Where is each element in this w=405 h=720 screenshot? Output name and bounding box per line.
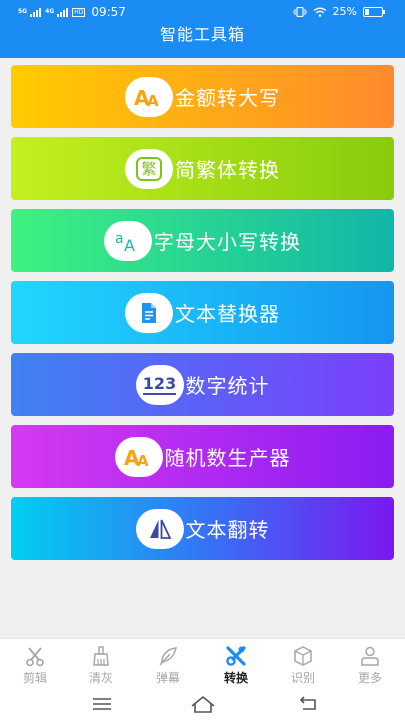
battery-level: 25% — [332, 5, 357, 18]
page-title: 智能工具箱 — [159, 25, 245, 44]
tool-label: 文本替换器 — [175, 302, 280, 326]
tab-clip[interactable]: 剪辑 — [5, 643, 65, 686]
tab-label: 剪辑 — [22, 671, 47, 685]
tool-label: 随机数生产器 — [164, 446, 291, 470]
aa-icon: AA — [114, 436, 163, 477]
fan-character-glyph: 繁 — [136, 156, 162, 181]
tab-convert[interactable]: 转换 — [206, 643, 266, 686]
person-icon — [361, 646, 379, 666]
tool-card-random-number[interactable]: AA 随机数生产器 — [11, 425, 394, 488]
menu-icon[interactable] — [91, 694, 113, 714]
tools-icon — [226, 646, 246, 666]
tab-danmaku[interactable]: 弹幕 — [138, 643, 198, 686]
hd-badge: HD — [72, 7, 86, 17]
feather-icon — [159, 647, 177, 666]
box-icon — [294, 646, 312, 666]
document-icon — [125, 292, 173, 333]
tab-label: 更多 — [357, 671, 382, 685]
app-header: 5G 4G HD 09:57 25% 智能工具箱 — [0, 0, 405, 58]
tool-label: 数字统计 — [185, 374, 270, 398]
tab-clean[interactable]: 清灰 — [71, 643, 131, 686]
home-icon[interactable] — [190, 694, 216, 714]
number-icon: 123 — [135, 364, 184, 405]
vibrate-icon — [292, 6, 307, 17]
tool-label: 简繁体转换 — [175, 158, 280, 182]
tool-card-text-replacer[interactable]: 文本替换器 — [11, 281, 394, 344]
tab-recognize[interactable]: 识别 — [273, 643, 333, 686]
letter-case-icon: aA — [104, 220, 152, 261]
brush-icon — [93, 646, 109, 666]
svg-text:A: A — [147, 92, 159, 109]
aa-icon: AA — [125, 76, 173, 117]
tool-card-amount-uppercase[interactable]: AA 金额转大写 — [11, 65, 394, 128]
tab-more[interactable]: 更多 — [340, 643, 400, 686]
tool-card-letter-case[interactable]: aA 字母大小写转换 — [11, 209, 394, 272]
number-glyph: 123 — [142, 373, 177, 395]
signal-icon — [57, 7, 69, 17]
tool-card-simplified-traditional[interactable]: 繁 简繁体转换 — [11, 137, 394, 200]
status-time: 09:57 — [91, 5, 126, 19]
tool-label: 金额转大写 — [175, 86, 280, 110]
svg-text:A: A — [137, 452, 149, 469]
network-type-1: 5G — [18, 8, 28, 15]
back-icon[interactable] — [297, 694, 319, 714]
tool-label: 字母大小写转换 — [154, 230, 301, 254]
tab-label: 转换 — [223, 671, 248, 685]
tool-label: 文本翻转 — [185, 518, 270, 542]
fan-character-icon: 繁 — [125, 148, 173, 189]
svg-text:A: A — [124, 236, 135, 253]
tool-card-text-flip[interactable]: 文本翻转 — [11, 497, 394, 560]
system-nav-bar — [0, 688, 405, 720]
tool-card-number-stats[interactable]: 123 数字统计 — [11, 353, 394, 416]
bottom-tab-bar: 剪辑 清灰 弹幕 转换 识别 更多 — [0, 638, 405, 688]
wifi-icon — [313, 7, 326, 17]
signal-icon — [30, 7, 42, 17]
network-type-2: 4G — [45, 8, 55, 15]
tab-label: 识别 — [290, 671, 315, 685]
scissors-icon — [26, 647, 44, 667]
tab-label: 清灰 — [88, 671, 113, 685]
svg-text:a: a — [115, 231, 124, 247]
battery-icon — [363, 6, 385, 17]
tab-label: 弹幕 — [155, 671, 180, 685]
flip-icon — [135, 508, 184, 549]
